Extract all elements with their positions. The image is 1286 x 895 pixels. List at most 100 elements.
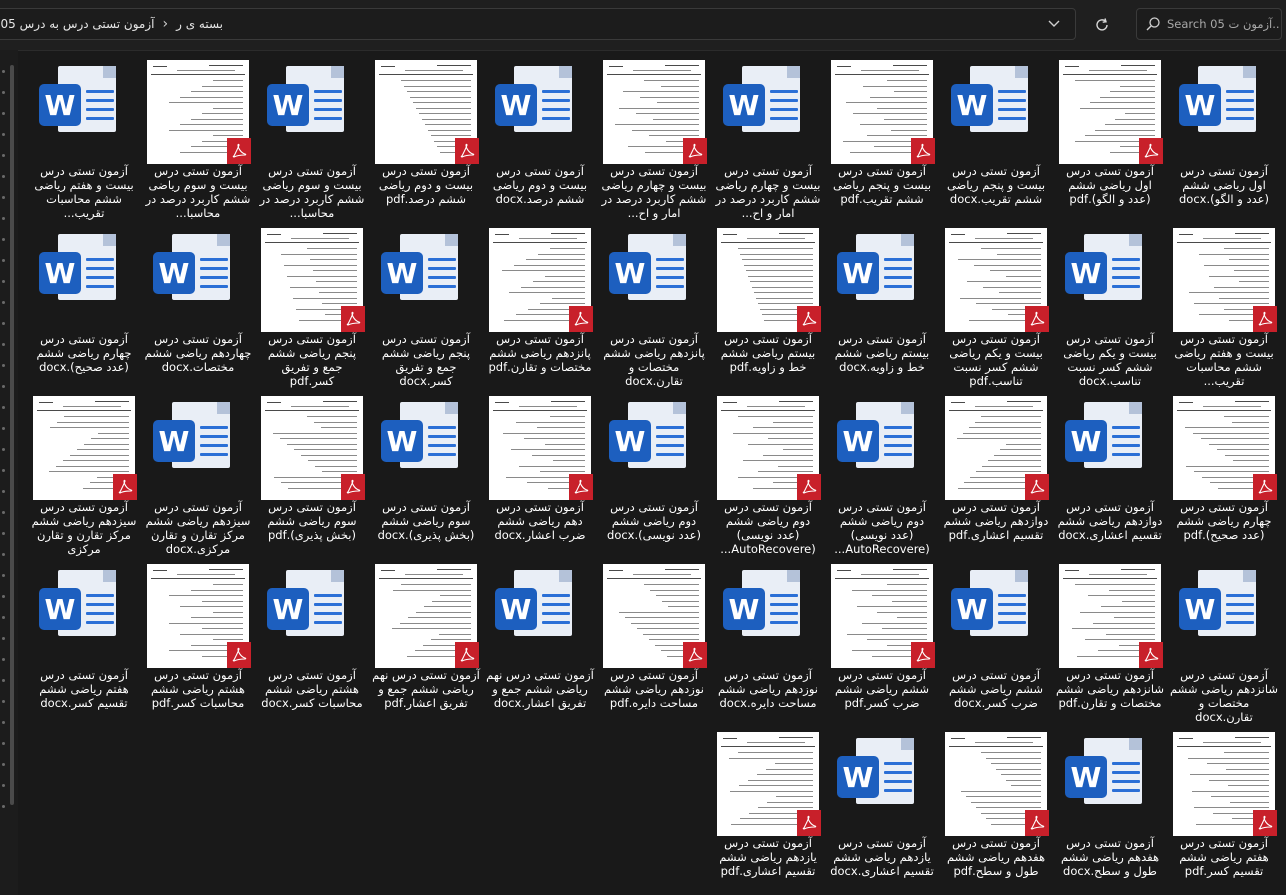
chevron-down-icon[interactable]	[1045, 15, 1063, 33]
word-badge: W	[1179, 84, 1221, 126]
pdf-thumbnail	[1059, 60, 1163, 164]
word-document-icon: W	[1173, 564, 1275, 668]
file-item[interactable]: W آزمون تستی درس شانزدهم ریاضی ششم مختصات…	[1170, 554, 1278, 724]
file-name-label: آزمون تستی درس دوازدهم ریاضی ششم تقسیم ا…	[943, 500, 1049, 542]
chevron-right-icon: ›	[162, 16, 169, 32]
file-item[interactable]: W آزمون تستی درس بیست و سوم ریاضی ششم کار…	[258, 50, 366, 220]
search-icon	[1145, 16, 1161, 32]
word-document-icon: W	[1059, 732, 1161, 836]
file-item[interactable]: W آزمون تستی درس بیست و یکم ریاضی ششم کسر…	[1056, 218, 1164, 388]
file-item[interactable]: آزمون تستی درس هفتم ریاضی ششم تقسیم کسر.…	[1170, 722, 1278, 888]
file-item[interactable]: W آزمون تستی درس هفدهم ریاضی ششم طول و سط…	[1056, 722, 1164, 888]
nav-scrollbar[interactable]	[10, 65, 14, 805]
file-item[interactable]: آزمون تستی درس بیست و سوم ریاضی ششم کارب…	[144, 50, 252, 220]
file-item[interactable]: آزمون تستی درس پنجم ریاضی ششم جمع و تفری…	[258, 218, 366, 388]
breadcrumb-item-parent[interactable]: بسته ی ر	[176, 17, 223, 31]
file-item[interactable]: W آزمون تستی درس بیستم ریاضی ششم خط و زاو…	[828, 218, 936, 384]
file-item[interactable]: آزمون تستی درس پانزدهم ریاضی ششم مختصات …	[486, 218, 594, 384]
search-input[interactable]	[1167, 15, 1279, 33]
nav-tree-marker	[2, 637, 5, 640]
file-item[interactable]: آزمون تستی درس دهم ریاضی ششم ضرب اعشار.d…	[486, 386, 594, 552]
file-item[interactable]: آزمون تستی درس هفدهم ریاضی ششم طول و سطح…	[942, 722, 1050, 888]
nav-tree-marker	[2, 784, 5, 787]
breadcrumb-item-current[interactable]: آزمون تستی درس به درس 05	[1, 17, 155, 31]
file-item[interactable]: آزمون تستی درس هشتم ریاضی ششم محاسبات کس…	[144, 554, 252, 720]
file-item[interactable]: آزمون تستی درس سیزدهم ریاضی ششم مرکز تقا…	[30, 386, 138, 556]
word-document-icon: W	[375, 396, 477, 500]
word-page-fold	[1015, 570, 1028, 582]
file-item[interactable]: آزمون تستی درس بیستم ریاضی ششم خط و زاوی…	[714, 218, 822, 384]
nav-tree-marker	[2, 217, 5, 220]
file-item[interactable]: آزمون تستی درس دوازدهم ریاضی ششم تقسیم ا…	[942, 386, 1050, 552]
file-item[interactable]: آزمون تستی درس اول ریاضی ششم (عدد و الگو…	[1056, 50, 1164, 216]
file-item[interactable]: W آزمون تستی درس بیست و هفتم ریاضی ششم مح…	[30, 50, 138, 220]
pdf-thumbnail	[1173, 732, 1277, 836]
acrobat-pdf-icon	[797, 306, 821, 332]
word-lines	[656, 258, 684, 294]
file-item[interactable]: W آزمون تستی درس پانزدهم ریاضی ششم مختصات…	[600, 218, 708, 388]
file-item[interactable]: W آزمون تستی درس دوم ریاضی ششم (عدد نویسی…	[600, 386, 708, 552]
file-item[interactable]: W آزمون تستی درس بیست و دوم ریاضی ششم درص…	[486, 50, 594, 216]
word-lines	[86, 594, 114, 630]
file-item[interactable]: W آزمون تستی درس سیزدهم ریاضی ششم مرکز تق…	[144, 386, 252, 556]
file-name-label: آزمون تستی درس بیست و چهارم ریاضی ششم کا…	[601, 164, 707, 220]
nav-tree-marker	[2, 490, 5, 493]
file-item[interactable]: آزمون تستی درس شانزدهم ریاضی ششم مختصات …	[1056, 554, 1164, 720]
acrobat-pdf-icon	[1253, 810, 1277, 836]
file-item[interactable]: آزمون تستی درس دوم ریاضی ششم (عدد نویسی)…	[714, 386, 822, 556]
file-item[interactable]: آزمون تستی درس سوم ریاضی ششم (بخش پذیری)…	[258, 386, 366, 552]
file-item[interactable]: آزمون تستی درس چهارم ریاضی ششم (عدد صحیح…	[1170, 386, 1278, 552]
nav-tree-marker	[2, 259, 5, 262]
pdf-thumbnail	[945, 732, 1049, 836]
file-item[interactable]: آزمون تستی درس نوزدهم ریاضی ششم مساحت دا…	[600, 554, 708, 720]
word-badge: W	[723, 84, 765, 126]
file-item[interactable]: آزمون تستی درس یازدهم ریاضی ششم تقسیم اع…	[714, 722, 822, 888]
file-item[interactable]: W آزمون تستی درس بیست و پنجم ریاضی ششم تق…	[942, 50, 1050, 216]
word-badge: W	[267, 84, 309, 126]
file-item[interactable]: W آزمون تستی درس ششم ریاضی ششم ضرب کسر.do…	[942, 554, 1050, 720]
file-name-label: آزمون تستی درس یازدهم ریاضی ششم تقسیم اع…	[719, 836, 817, 878]
word-badge: W	[723, 588, 765, 630]
search-box[interactable]	[1136, 8, 1282, 40]
file-item[interactable]: آزمون تستی درس بیست و هفتم ریاضی ششم محا…	[1170, 218, 1278, 388]
file-name-label: آزمون تستی درس نهم ریاضی ششم جمع و تفریق…	[372, 668, 480, 710]
file-item[interactable]: آزمون تستی درس بیست و پنجم ریاضی ششم تقر…	[828, 50, 936, 216]
file-item[interactable]: آزمون تستی درس بیست و یکم ریاضی ششم کسر …	[942, 218, 1050, 388]
file-item[interactable]: W آزمون تستی درس نهم ریاضی ششم جمع و تفری…	[486, 554, 594, 720]
address-bar[interactable]: آزمون تستی درس به درس 05 › بسته ی ر	[0, 8, 1076, 40]
file-item[interactable]: W آزمون تستی درس دوم ریاضی ششم (عدد نویسی…	[828, 386, 936, 556]
file-item[interactable]: W آزمون تستی درس یازدهم ریاضی ششم تقسیم ا…	[828, 722, 936, 888]
file-item[interactable]: آزمون تستی درس بیست و چهارم ریاضی ششم کا…	[600, 50, 708, 220]
word-page-fold	[559, 66, 572, 78]
file-item[interactable]: آزمون تستی درس بیست و دوم ریاضی ششم درصد…	[372, 50, 480, 216]
file-name-label: آزمون تستی درس بیستم ریاضی ششم خط و زاوی…	[720, 332, 816, 374]
file-item[interactable]: W آزمون تستی درس دوازدهم ریاضی ششم تقسیم …	[1056, 386, 1164, 552]
file-item[interactable]: W آزمون تستی درس چهارم ریاضی ششم (عدد صحی…	[30, 218, 138, 384]
refresh-icon[interactable]	[1088, 11, 1116, 39]
nav-tree-marker	[2, 658, 5, 661]
address-toolbar: آزمون تستی درس به درس 05 › بسته ی ر	[0, 0, 1286, 51]
pdf-thumbnail	[489, 228, 593, 332]
nav-tree-marker	[2, 616, 5, 619]
file-item[interactable]: W آزمون تستی درس اول ریاضی ششم (عدد و الگ…	[1170, 50, 1278, 216]
file-item[interactable]: W آزمون تستی درس هشتم ریاضی ششم محاسبات ک…	[258, 554, 366, 720]
file-item[interactable]: W آزمون تستی درس بیست و چهارم ریاضی ششم ک…	[714, 50, 822, 220]
file-name-label: آزمون تستی درس اول ریاضی ششم (عدد و الگو…	[1066, 164, 1154, 206]
word-page-fold	[445, 234, 458, 246]
file-name-label: آزمون تستی درس هفدهم ریاضی ششم طول و سطح…	[946, 836, 1046, 878]
file-name-label: آزمون تستی درس هشتم ریاضی ششم محاسبات کس…	[151, 668, 245, 710]
file-item[interactable]: آزمون تستی درس نهم ریاضی ششم جمع و تفریق…	[372, 554, 480, 720]
file-item[interactable]: آزمون تستی درس ششم ریاضی ششم ضرب کسر.pdf	[828, 554, 936, 720]
file-item[interactable]: W آزمون تستی درس نوزدهم ریاضی ششم مساحت د…	[714, 554, 822, 720]
file-item[interactable]: W آزمون تستی درس سوم ریاضی ششم (بخش پذیری…	[372, 386, 480, 552]
file-item[interactable]: W آزمون تستی درس چهاردهم ریاضی ششم مختصات…	[144, 218, 252, 384]
file-item[interactable]: W آزمون تستی درس پنجم ریاضی ششم جمع و تفر…	[372, 218, 480, 388]
pdf-thumbnail	[717, 732, 821, 836]
word-page-fold	[331, 570, 344, 582]
word-document-icon: W	[261, 564, 363, 668]
file-name-label: آزمون تستی درس پنجم ریاضی ششم جمع و تفری…	[267, 332, 357, 388]
file-item[interactable]: W آزمون تستی درس هفتم ریاضی ششم تقسیم کسر…	[30, 554, 138, 720]
nav-tree-marker	[2, 154, 5, 157]
file-name-label: آزمون تستی درس پنجم ریاضی ششم جمع و تفری…	[381, 332, 471, 388]
acrobat-pdf-icon	[1139, 642, 1163, 668]
